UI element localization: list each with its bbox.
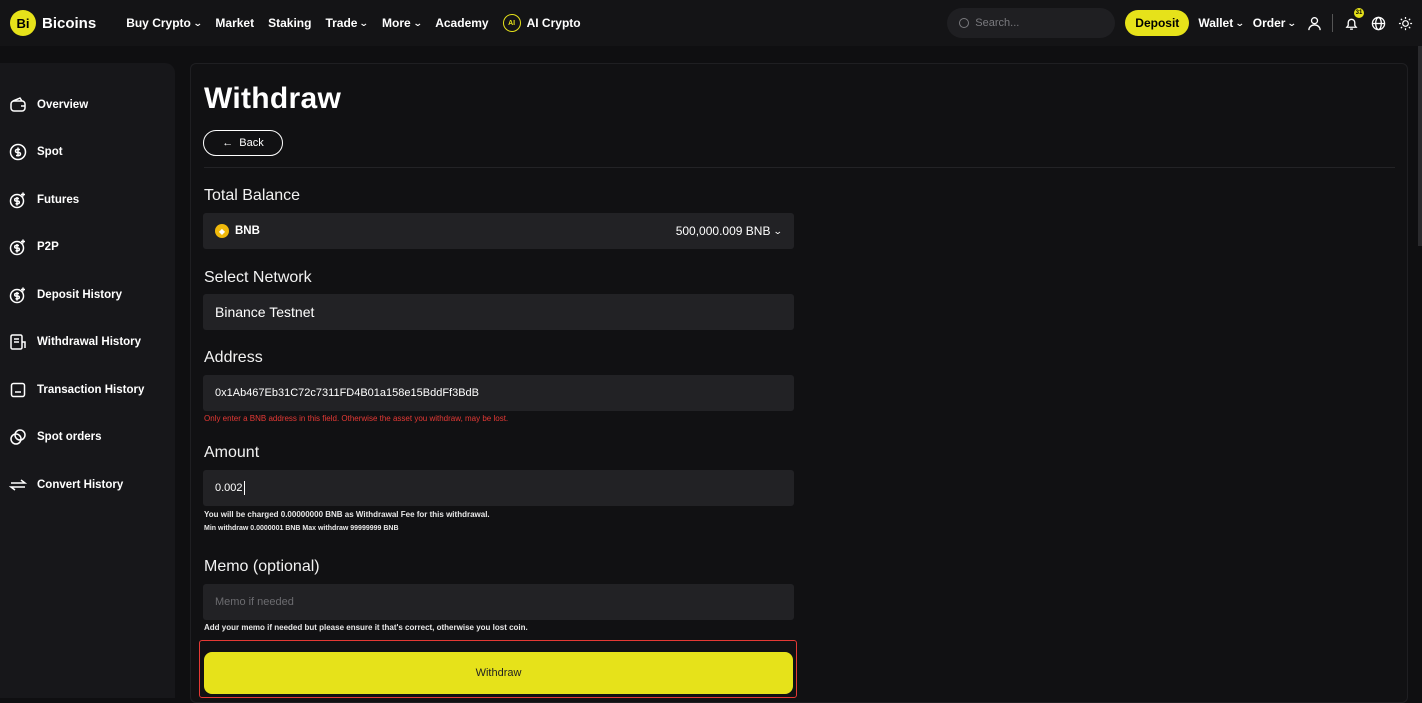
sidebar-item-label: Spot orders — [37, 431, 102, 444]
coin-icon — [9, 286, 27, 304]
dollar-icon — [9, 143, 27, 161]
chevron-down-icon: ⌄ — [1287, 17, 1298, 28]
order-menu[interactable]: Order ⌄ — [1252, 16, 1298, 30]
bnb-coin-icon: ◆ — [215, 224, 229, 238]
nav-more[interactable]: More ⌄ — [382, 16, 423, 30]
coin-icon — [9, 191, 27, 209]
sidebar-item-p2p[interactable]: P2P — [0, 224, 175, 272]
memo-label: Memo (optional) — [204, 558, 320, 575]
sidebar-item-withdrawal-history[interactable]: Withdrawal History — [0, 319, 175, 367]
account-sidebar: Overview Spot Futures P2P Deposit Histor… — [0, 63, 175, 698]
deposit-button[interactable]: Deposit — [1125, 10, 1190, 36]
nav-trade[interactable]: Trade ⌄ — [325, 16, 370, 30]
withdraw-button[interactable]: Withdraw — [204, 652, 793, 694]
link-icon — [9, 428, 27, 446]
theme-sun-icon[interactable] — [1396, 14, 1414, 32]
limits-note: Min withdraw 0.0000001 BNB Max withdraw … — [204, 525, 399, 532]
nav-market[interactable]: Market — [215, 16, 254, 30]
header-divider — [1332, 14, 1333, 32]
section-divider — [204, 167, 1395, 168]
nav-label: More — [382, 16, 411, 30]
swap-icon — [9, 476, 27, 494]
balance-value: 500,000.009 BNB — [675, 224, 771, 238]
chevron-down-icon: ⌄ — [412, 17, 423, 28]
sidebar-item-label: Convert History — [37, 478, 124, 491]
nav-label: Staking — [268, 16, 312, 30]
chevron-down-icon: ⌄ — [773, 225, 784, 236]
network-select[interactable]: Binance Testnet — [203, 294, 794, 330]
brand-name: Bicoins — [42, 14, 97, 32]
chevron-down-icon: ⌄ — [359, 17, 370, 28]
sidebar-item-convert-history[interactable]: Convert History — [0, 461, 175, 509]
sidebar-item-label: Futures — [37, 193, 80, 206]
nav-label: Market — [215, 16, 255, 30]
memo-note: Add your memo if needed but please ensur… — [204, 623, 528, 632]
nav-buy-crypto[interactable]: Buy Crypto ⌄ — [126, 16, 203, 30]
bell-icon[interactable]: 31 — [1342, 8, 1364, 32]
amount-value: 0.002 — [215, 482, 243, 494]
sidebar-item-label: Transaction History — [37, 383, 145, 396]
wallet-icon — [9, 96, 27, 114]
sidebar-item-label: Withdrawal History — [37, 336, 142, 349]
main-nav: Buy Crypto ⌄ Market Staking Trade ⌄ More ⌄ … — [126, 14, 581, 32]
sidebar-item-spot-orders[interactable]: Spot orders — [0, 414, 175, 462]
chevron-down-icon: ⌄ — [192, 17, 203, 28]
total-balance-label: Total Balance — [204, 187, 301, 204]
order-label: Order — [1252, 16, 1286, 30]
top-navigation-bar: Bi Bicoins Buy Crypto ⌄ Market Staking Tr… — [0, 0, 1422, 46]
address-input[interactable]: 0x1Ab467Eb31C72c7311FD4B01a158e15BddFf3B… — [203, 375, 794, 411]
network-label: Select Network — [204, 269, 312, 286]
back-label: Back — [239, 137, 264, 149]
page-title: Withdraw — [204, 82, 342, 115]
memo-placeholder: Memo if needed — [215, 596, 294, 608]
sidebar-item-deposit-history[interactable]: Deposit History — [0, 271, 175, 319]
header-actions: Search... Deposit Wallet ⌄ Order ⌄ 31 — [947, 0, 1414, 46]
wallet-menu[interactable]: Wallet ⌄ — [1198, 16, 1245, 30]
wallet-label: Wallet — [1198, 16, 1234, 30]
brand-logo[interactable]: Bi Bicoins — [10, 10, 96, 36]
search-placeholder: Search... — [975, 17, 1020, 29]
page-scrollbar[interactable] — [1418, 46, 1422, 246]
nav-ai-crypto[interactable]: AI AI Crypto — [502, 14, 581, 32]
nav-staking[interactable]: Staking — [268, 16, 311, 30]
sidebar-item-transaction-history[interactable]: Transaction History — [0, 366, 175, 414]
globe-icon[interactable] — [1369, 14, 1387, 32]
nav-label: AI Crypto — [526, 16, 581, 30]
nav-label: Trade — [325, 16, 358, 30]
search-input[interactable]: Search... — [947, 8, 1116, 38]
address-label: Address — [204, 349, 263, 366]
sidebar-item-overview[interactable]: Overview — [0, 81, 175, 129]
user-icon[interactable] — [1305, 14, 1323, 32]
sidebar-item-label: Spot — [37, 146, 63, 159]
back-button[interactable]: ← Back — [203, 130, 283, 156]
nav-label: Academy — [435, 16, 489, 30]
memo-input[interactable]: Memo if needed — [203, 584, 794, 620]
address-warning: Only enter a BNB address in this field. … — [204, 414, 509, 423]
chevron-down-icon: ⌄ — [1235, 17, 1245, 28]
sidebar-item-label: P2P — [37, 241, 59, 254]
sidebar-item-label: Deposit History — [37, 288, 122, 301]
document-icon — [9, 333, 27, 351]
arrow-left-icon: ← — [222, 137, 234, 149]
notification-badge: 31 — [1354, 8, 1364, 18]
coin-icon — [9, 238, 27, 256]
coin-select[interactable]: ◆ BNB 500,000.009 BNB ⌄ — [203, 213, 794, 249]
amount-label: Amount — [204, 444, 260, 461]
ai-icon: AI — [502, 14, 521, 32]
logo-icon: Bi — [10, 10, 36, 36]
receipt-icon — [9, 381, 27, 399]
balance-display: 500,000.009 BNB ⌄ — [675, 224, 784, 238]
text-caret — [243, 481, 245, 495]
withdraw-panel: Withdraw ← Back Total Balance ◆ BNB 500,… — [190, 63, 1408, 703]
withdraw-button-highlight: Withdraw — [199, 640, 797, 698]
search-icon — [959, 18, 970, 28]
nav-academy[interactable]: Academy — [435, 16, 488, 30]
sidebar-item-spot[interactable]: Spot — [0, 129, 175, 177]
sidebar-item-label: Overview — [37, 98, 89, 111]
nav-label: Buy Crypto — [126, 16, 191, 30]
coin-symbol: BNB — [235, 225, 260, 237]
amount-input[interactable]: 0.002 — [203, 470, 794, 506]
fee-note: You will be charged 0.00000000 BNB as Wi… — [204, 510, 490, 519]
sidebar-item-futures[interactable]: Futures — [0, 176, 175, 224]
